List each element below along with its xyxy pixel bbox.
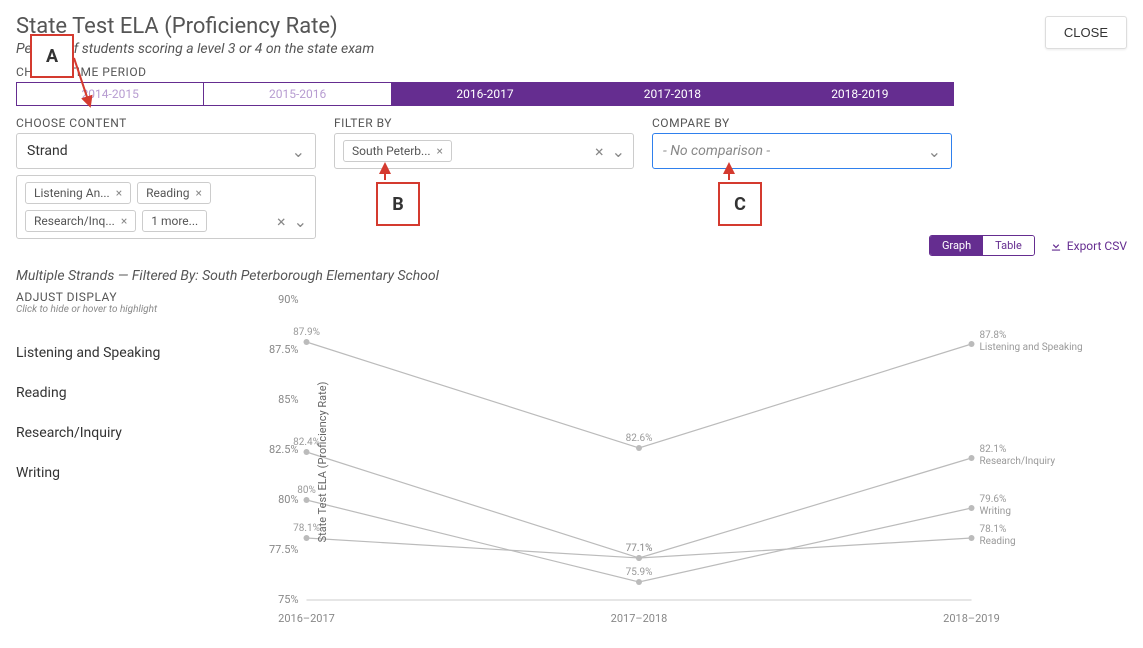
remove-tag-icon[interactable]: × bbox=[437, 144, 443, 158]
adjust-display-title: ADJUST DISPLAY bbox=[16, 290, 236, 304]
svg-text:Research/Inquiry: Research/Inquiry bbox=[980, 456, 1056, 467]
time-period-option[interactable]: 2014-2015 bbox=[16, 82, 204, 106]
adjust-display-subtitle: Click to hide or hover to highlight bbox=[16, 304, 236, 315]
choose-content-select[interactable]: Strand ⌄ bbox=[16, 133, 316, 169]
content-tag[interactable]: Listening An...× bbox=[25, 182, 131, 204]
svg-text:77.1%: 77.1% bbox=[626, 543, 653, 554]
chevron-down-icon[interactable]: ⌄ bbox=[294, 212, 307, 231]
svg-text:80%: 80% bbox=[297, 485, 316, 496]
export-csv-button[interactable]: Export CSV bbox=[1049, 239, 1127, 253]
time-period-option[interactable]: 2016-2017 bbox=[392, 82, 579, 106]
download-icon bbox=[1049, 239, 1063, 253]
annotation-c: C bbox=[718, 182, 762, 226]
annotation-a-arrow bbox=[72, 56, 96, 112]
svg-text:78.1%: 78.1% bbox=[980, 524, 1007, 535]
clear-tags-icon[interactable]: × bbox=[595, 142, 604, 161]
compare-by-placeholder: - No comparison - bbox=[663, 143, 770, 159]
svg-text:85%: 85% bbox=[278, 393, 298, 406]
chevron-down-icon: ⌄ bbox=[928, 142, 941, 161]
time-period-option[interactable]: 2015-2016 bbox=[204, 82, 391, 106]
chevron-down-icon[interactable]: ⌄ bbox=[612, 142, 625, 161]
svg-text:82.6%: 82.6% bbox=[626, 433, 653, 444]
svg-text:75.9%: 75.9% bbox=[626, 567, 653, 578]
compare-by-label: COMPARE BY bbox=[652, 116, 952, 130]
annotation-a: A bbox=[30, 34, 74, 78]
content-tag[interactable]: Research/Inq...× bbox=[25, 210, 136, 232]
time-period-option[interactable]: 2018-2019 bbox=[767, 82, 954, 106]
svg-text:79.6%: 79.6% bbox=[980, 494, 1007, 505]
legend-item[interactable]: Listening and Speaking bbox=[16, 333, 236, 373]
filter-tag[interactable]: South Peterb...× bbox=[343, 140, 452, 162]
view-toggle-graph[interactable]: Graph bbox=[930, 236, 983, 255]
annotation-c-arrow bbox=[722, 162, 736, 182]
choose-content-label: CHOOSE CONTENT bbox=[16, 116, 316, 130]
remove-tag-icon[interactable]: × bbox=[121, 214, 127, 228]
choose-content-tags[interactable]: Listening An...× Reading× Research/Inq..… bbox=[16, 175, 316, 239]
svg-text:75%: 75% bbox=[278, 593, 298, 606]
content-tag-more[interactable]: 1 more... bbox=[142, 210, 207, 232]
time-period-selector: 2014-2015 2015-2016 2016-2017 2017-2018 … bbox=[16, 82, 954, 106]
remove-tag-icon[interactable]: × bbox=[195, 186, 201, 200]
legend-item[interactable]: Writing bbox=[16, 453, 236, 493]
y-axis-label: State Test ELA (Proficiency Rate) bbox=[316, 382, 329, 543]
filter-summary: Multiple Strands — Filtered By: South Pe… bbox=[16, 268, 1127, 284]
legend-item[interactable]: Reading bbox=[16, 373, 236, 413]
view-toggle: Graph Table bbox=[929, 235, 1035, 256]
svg-text:2018–2019: 2018–2019 bbox=[943, 612, 1000, 625]
svg-text:87.9%: 87.9% bbox=[293, 327, 320, 338]
time-period-option[interactable]: 2017-2018 bbox=[579, 82, 766, 106]
line-chart: 75%77.5%80%82.5%85%87.5%90%2016–20172017… bbox=[246, 290, 1127, 630]
page-subtitle: Percent of students scoring a level 3 or… bbox=[16, 41, 1127, 57]
content-tag[interactable]: Reading× bbox=[137, 182, 211, 204]
annotation-b-arrow bbox=[378, 162, 392, 182]
svg-text:82.1%: 82.1% bbox=[980, 444, 1007, 455]
svg-text:77.5%: 77.5% bbox=[269, 543, 299, 556]
svg-text:87.5%: 87.5% bbox=[269, 343, 299, 356]
svg-text:2017–2018: 2017–2018 bbox=[611, 612, 668, 625]
svg-text:Reading: Reading bbox=[980, 536, 1016, 547]
svg-text:80%: 80% bbox=[278, 493, 298, 506]
filter-by-label: FILTER BY bbox=[334, 116, 634, 130]
page-title: State Test ELA (Proficiency Rate) bbox=[16, 14, 1127, 39]
compare-by-select[interactable]: - No comparison - ⌄ bbox=[652, 133, 952, 169]
svg-text:2016–2017: 2016–2017 bbox=[278, 612, 335, 625]
legend-item[interactable]: Research/Inquiry bbox=[16, 413, 236, 453]
time-period-label: CHOOSE TIME PERIOD bbox=[16, 65, 1127, 79]
svg-text:90%: 90% bbox=[278, 293, 298, 306]
svg-text:87.8%: 87.8% bbox=[980, 330, 1007, 341]
close-button[interactable]: CLOSE bbox=[1045, 16, 1127, 49]
remove-tag-icon[interactable]: × bbox=[116, 186, 122, 200]
annotation-b: B bbox=[376, 182, 420, 226]
svg-text:Listening and Speaking: Listening and Speaking bbox=[980, 342, 1083, 353]
svg-text:Writing: Writing bbox=[980, 506, 1011, 517]
view-toggle-table[interactable]: Table bbox=[983, 236, 1034, 255]
clear-tags-icon[interactable]: × bbox=[277, 212, 286, 231]
chevron-down-icon: ⌄ bbox=[292, 142, 305, 161]
choose-content-value: Strand bbox=[27, 143, 68, 159]
